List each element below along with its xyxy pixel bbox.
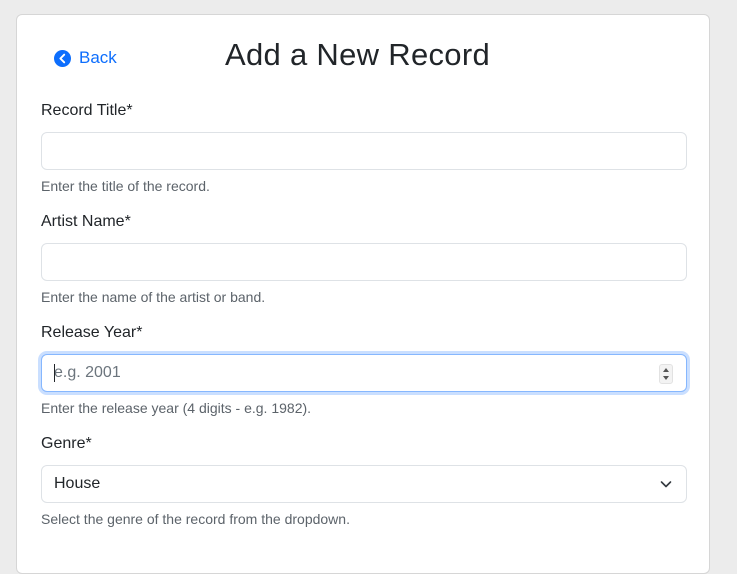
text-caret [54, 364, 55, 382]
record-title-help: Enter the title of the record. [41, 178, 210, 194]
artist-name-input[interactable] [41, 243, 687, 281]
artist-name-label: Artist Name* [41, 213, 131, 230]
back-label: Back [79, 48, 117, 67]
artist-name-group: Artist Name* Enter the name of the artis… [41, 212, 687, 306]
genre-help: Select the genre of the record from the … [41, 511, 350, 527]
chevron-down-icon [660, 481, 672, 488]
number-spinner[interactable] [659, 364, 673, 384]
genre-group: Genre* House Select the genre of the rec… [41, 434, 687, 528]
genre-select[interactable]: House [41, 465, 687, 503]
spin-up-icon[interactable] [663, 368, 669, 372]
record-title-group: Record Title* Enter the title of the rec… [41, 101, 687, 195]
spin-down-icon[interactable] [663, 376, 669, 380]
record-title-label: Record Title* [41, 102, 133, 119]
release-year-group: Release Year* e.g. 2001 Enter the releas… [41, 323, 687, 417]
back-link[interactable]: Back [54, 48, 117, 68]
release-year-label: Release Year* [41, 324, 143, 341]
chevron-left-circle-icon [54, 49, 71, 67]
artist-name-help: Enter the name of the artist or band. [41, 289, 266, 305]
release-year-help: Enter the release year (4 digits - e.g. … [41, 400, 312, 416]
record-title-input[interactable] [41, 132, 687, 170]
release-year-placeholder: e.g. 2001 [54, 364, 121, 381]
genre-label: Genre* [41, 435, 92, 452]
page-title: Add a New Record [225, 37, 490, 72]
release-year-input[interactable]: e.g. 2001 [41, 354, 687, 392]
genre-selected-value: House [54, 475, 101, 492]
form-card: Back Add a New Record Record Title* Ente… [16, 14, 710, 574]
